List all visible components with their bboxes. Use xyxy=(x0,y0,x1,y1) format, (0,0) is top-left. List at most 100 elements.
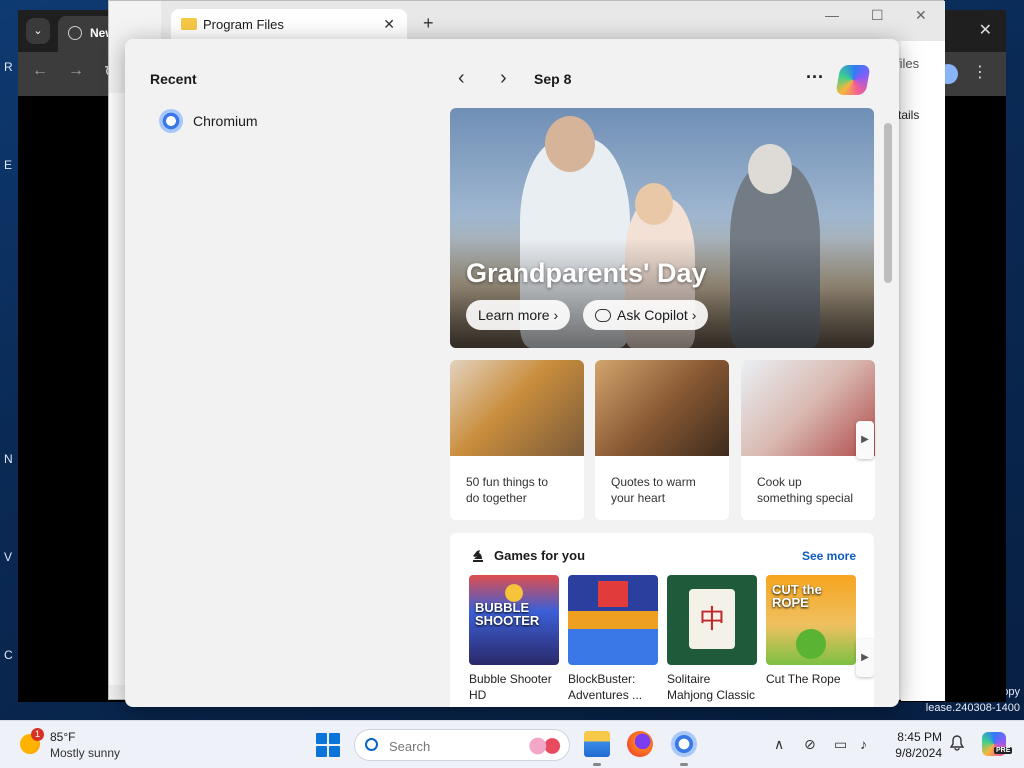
feed-date: Sep 8 xyxy=(534,71,572,87)
learn-more-button[interactable]: Learn more › xyxy=(466,300,571,330)
windows-logo-pane xyxy=(329,746,340,757)
network-off-icon[interactable]: ⊘ xyxy=(804,736,816,753)
search-icon xyxy=(365,738,378,751)
display-icon[interactable]: ▭ xyxy=(834,736,847,753)
game-title[interactable]: Solitaire Mahjong Classic xyxy=(667,671,763,703)
tab-label: Program Files xyxy=(203,17,284,32)
start-button[interactable] xyxy=(316,733,340,757)
chevron-right-icon: › xyxy=(691,307,697,323)
search-highlight-icon[interactable] xyxy=(527,736,563,756)
taskbar: 1 85°F Mostly sunny ∧ ⊘ ▭ ♪ 8:45 PM 9/8/… xyxy=(0,720,1024,768)
game-tile-logo: BUBBLE SHOOTER xyxy=(475,600,540,628)
chevron-left-icon[interactable]: ‹ xyxy=(458,67,465,90)
scrollbar-thumb[interactable] xyxy=(884,123,892,283)
clock-date[interactable]: 9/8/2024 xyxy=(882,746,942,760)
windows-logo-pane xyxy=(316,746,327,757)
running-indicator xyxy=(680,763,688,766)
hero-title[interactable]: Grandparents' Day xyxy=(466,258,707,289)
game-tile-blockbuster[interactable] xyxy=(568,575,658,665)
story-image xyxy=(595,360,729,456)
games-next-icon[interactable]: ▶ xyxy=(856,639,874,677)
hero-card[interactable]: Grandparents' Day Learn more › Ask Copil… xyxy=(450,108,874,348)
chevron-up-icon[interactable]: ∧ xyxy=(774,736,784,753)
desktop-icon-label: E xyxy=(4,158,13,172)
story-card[interactable]: 50 fun things to do together xyxy=(450,360,584,520)
hero-person xyxy=(748,144,792,194)
taskbar-search[interactable] xyxy=(354,729,570,761)
hero-person xyxy=(545,116,595,172)
recent-item-chromium[interactable]: Chromium xyxy=(159,107,258,135)
notification-badge: 1 xyxy=(31,728,44,741)
ask-copilot-label: Ask Copilot xyxy=(617,307,688,323)
build-watermark: lease.240308-1400 xyxy=(925,702,1020,714)
close-window-icon[interactable]: ✕ xyxy=(915,7,927,24)
chess-knight-icon xyxy=(473,550,483,562)
explorer-content-edge xyxy=(901,41,945,701)
close-icon[interactable]: ✕ xyxy=(979,20,992,40)
running-indicator xyxy=(593,763,601,766)
chromium-icon xyxy=(159,109,183,133)
new-tab-icon[interactable]: + xyxy=(423,13,434,34)
feed-header: ‹ › Sep 8 ··· xyxy=(450,65,874,95)
volume-off-icon[interactable]: ♪ xyxy=(860,736,867,752)
game-title[interactable]: Cut The Rope xyxy=(766,671,862,687)
weather-description[interactable]: Mostly sunny xyxy=(50,746,120,760)
chat-icon xyxy=(595,309,611,322)
windows-logo-pane xyxy=(316,733,327,744)
game-tile-bubble-shooter[interactable]: BUBBLE SHOOTER xyxy=(469,575,559,665)
back-icon[interactable]: ← xyxy=(32,62,48,80)
story-image xyxy=(741,360,875,456)
block-shape xyxy=(598,581,628,607)
maximize-icon[interactable]: ☐ xyxy=(871,7,884,24)
search-input[interactable] xyxy=(389,736,519,756)
folder-icon xyxy=(181,18,197,30)
minimize-icon[interactable]: — xyxy=(825,7,839,23)
clock-time[interactable]: 8:45 PM xyxy=(892,730,942,744)
hero-person xyxy=(635,183,673,225)
hero-overlay xyxy=(450,238,874,348)
desktop-icon-label: R xyxy=(4,60,13,74)
forward-icon[interactable]: → xyxy=(68,62,84,80)
story-image xyxy=(450,360,584,456)
games-heading: Games for you xyxy=(494,548,586,563)
globe-icon xyxy=(68,26,82,40)
chevron-right-icon[interactable]: › xyxy=(500,67,507,90)
games-card: Games for you See more BUBBLE SHOOTER Bu… xyxy=(450,533,874,707)
learn-more-label: Learn more xyxy=(478,307,550,323)
game-tile-logo: CUT the ROPE xyxy=(772,582,822,610)
menu-icon[interactable]: ⋮ xyxy=(972,62,988,82)
desktop-icon-label: V xyxy=(4,550,13,564)
firefox-icon[interactable] xyxy=(627,731,653,757)
game-title[interactable]: Bubble Shooter HD xyxy=(469,671,565,703)
tab-search-button[interactable]: ⌄ xyxy=(26,18,50,44)
explorer-details-partial[interactable]: tails xyxy=(898,108,919,122)
file-explorer-icon[interactable] xyxy=(584,731,610,757)
story-title: Cook up something special xyxy=(757,475,854,505)
recent-heading: Recent xyxy=(150,71,197,87)
ask-copilot-button[interactable]: Ask Copilot › xyxy=(583,300,709,330)
see-more-link[interactable]: See more xyxy=(802,549,856,563)
game-tile-mahjong[interactable]: 中 xyxy=(667,575,757,665)
more-options-icon[interactable]: ··· xyxy=(806,67,824,88)
desktop-icon-label: C xyxy=(4,648,13,662)
recent-item-label: Chromium xyxy=(193,113,258,129)
story-title: 50 fun things to do together xyxy=(466,475,549,505)
mahjong-tile: 中 xyxy=(689,589,735,649)
carousel-next-icon[interactable]: ▶ xyxy=(856,421,874,459)
chromium-icon[interactable] xyxy=(671,731,697,757)
weather-temperature[interactable]: 85°F xyxy=(50,730,75,744)
desktop-icon-label: N xyxy=(4,452,13,466)
windows-logo-pane xyxy=(329,733,340,744)
tab-program-files[interactable]: Program Files ✕ xyxy=(171,9,407,41)
explorer-titlebar: Program Files ✕ + — ☐ ✕ xyxy=(161,1,945,41)
story-card[interactable]: Cook up something special xyxy=(741,360,875,520)
copilot-icon[interactable] xyxy=(835,65,871,95)
game-tile-cut-the-rope[interactable]: CUT the ROPE xyxy=(766,575,856,665)
om-nom-figure xyxy=(796,629,826,659)
story-card[interactable]: Quotes to warm your heart xyxy=(595,360,729,520)
bell-icon[interactable] xyxy=(950,735,964,751)
close-tab-icon[interactable]: ✕ xyxy=(383,16,395,33)
game-title[interactable]: BlockBuster: Adventures ... xyxy=(568,671,664,703)
story-title: Quotes to warm your heart xyxy=(611,475,696,505)
feed-scrollbar[interactable] xyxy=(883,109,893,699)
